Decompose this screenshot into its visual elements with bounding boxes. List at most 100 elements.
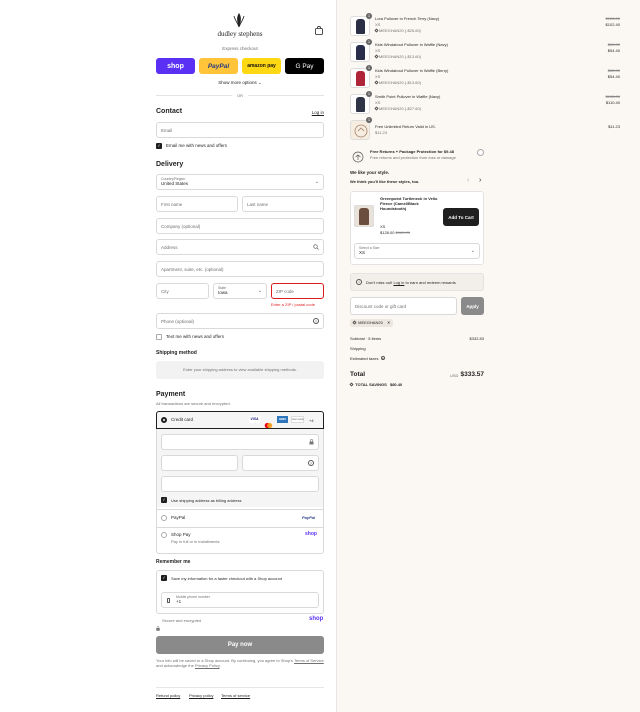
carousel-prev-button[interactable]: ‹ xyxy=(467,177,469,184)
expiration-date-field[interactable] xyxy=(161,455,238,471)
shop-pay-logo: shop xyxy=(305,531,317,537)
login-link[interactable]: Log in xyxy=(300,110,324,116)
text-news-checkbox[interactable] xyxy=(156,334,162,340)
mobile-phone-field[interactable]: Mobile phone number +1 xyxy=(161,592,319,608)
chevron-down-icon: ⌄ xyxy=(470,248,475,254)
item-name: Lora Pullover in French Terry (Navy) xyxy=(375,16,440,21)
brand-name[interactable]: dudley stephens xyxy=(200,30,280,39)
discount-code-field[interactable]: Discount code or gift card xyxy=(350,297,457,315)
upsell-product-price: $128.00 $160.00 xyxy=(380,230,410,235)
or-divider-label: OR xyxy=(237,93,243,98)
state-select[interactable]: State Iowa ⌄ xyxy=(213,283,267,299)
billing-same-checkbox[interactable]: ✓ xyxy=(161,497,167,503)
phone-field[interactable]: Phone (optional) ? xyxy=(156,313,324,329)
item-original-price: $128.00 xyxy=(605,16,620,21)
chevron-down-icon: ⌄ xyxy=(314,179,319,185)
upsell-old-price: $160.00 xyxy=(395,230,411,235)
pay-now-button[interactable]: Pay now xyxy=(156,636,324,654)
shop-legal-text: Your info will be saved to a Shop accoun… xyxy=(156,658,324,668)
remove-discount-icon[interactable]: ✕ xyxy=(387,320,390,325)
google-pay-express-button[interactable]: G Pay xyxy=(285,58,324,74)
refund-policy-link[interactable]: Refund policy xyxy=(156,693,180,698)
security-code-field[interactable]: ? xyxy=(242,455,319,471)
help-icon[interactable]: ? xyxy=(313,318,319,324)
package-protection-toggle[interactable] xyxy=(477,149,484,156)
credit-card-radio[interactable] xyxy=(161,417,167,423)
carousel-next-button[interactable]: › xyxy=(479,177,481,184)
tag-icon xyxy=(374,80,379,85)
email-news-checkbox[interactable]: ✓ xyxy=(156,143,162,149)
product-thumbnail xyxy=(350,42,370,62)
terms-of-service-link[interactable]: Terms of service xyxy=(221,693,250,698)
mastercard-icon xyxy=(263,416,274,429)
country-select[interactable]: Country/Region United States ⌄ xyxy=(156,174,324,190)
credit-card-label: Credit card xyxy=(171,417,194,422)
card-number-field[interactable] xyxy=(161,434,319,450)
shop-pay-express-button[interactable]: shop xyxy=(156,58,195,74)
paypal-option-label: PayPal xyxy=(171,515,186,520)
first-name-field[interactable]: First name xyxy=(156,196,238,212)
show-more-options-link[interactable]: Show more options ⌄ xyxy=(156,80,324,86)
amazon-pay-express-button[interactable]: amazon pay xyxy=(242,58,281,74)
upsell-subtitle: We think you'll like these styles, too. xyxy=(350,179,420,184)
cart-icon[interactable] xyxy=(315,22,323,35)
paypal-express-button[interactable]: PayPal xyxy=(199,58,238,74)
shop-pay-option-sublabel: Pay in full or in installments xyxy=(171,539,220,544)
company-placeholder: Company (optional) xyxy=(161,223,201,229)
name-on-card-field[interactable] xyxy=(161,476,319,492)
apply-discount-button[interactable]: Apply xyxy=(461,297,484,315)
item-original-price: $138.00 xyxy=(605,94,620,99)
discount-code-placeholder: Discount code or gift card xyxy=(355,303,407,309)
product-image xyxy=(355,97,365,112)
item-price: $110.40 xyxy=(605,100,620,105)
return-thumbnail xyxy=(350,120,370,140)
help-icon[interactable]: ? xyxy=(380,356,385,361)
item-discount: MEEGHAN20 (-$25.60) xyxy=(374,28,421,33)
product-image xyxy=(355,71,365,86)
city-field[interactable]: City xyxy=(156,283,209,299)
upsell-product-size: XS xyxy=(380,224,386,229)
contact-title: Contact xyxy=(156,108,183,115)
upsell-thumbnail xyxy=(354,205,374,227)
shipping-label: Shipping xyxy=(350,346,366,351)
payment-title: Payment xyxy=(156,391,186,398)
add-to-cart-button[interactable]: Add To Cart xyxy=(443,208,479,226)
save-info-checkbox[interactable]: ✓ xyxy=(161,575,167,581)
size-select[interactable]: Select a Size XS ⌄ xyxy=(354,243,480,259)
help-icon[interactable]: ? xyxy=(308,460,314,466)
shop-privacy-link[interactable]: Privacy Policy xyxy=(195,663,220,668)
order-summary: 1 Lora Pullover in French Terry (Navy) X… xyxy=(337,0,640,712)
applied-discount-code: MEEGHAN20 xyxy=(358,320,383,325)
upsell-product-name: Greenpoint Turtleneck in Vello Fleece (C… xyxy=(380,196,438,211)
last-name-field[interactable]: Last name xyxy=(242,196,324,212)
country-value: United States xyxy=(161,181,189,186)
company-field[interactable]: Company (optional) xyxy=(156,218,324,234)
secure-encrypted-label: Secure and encrypted xyxy=(162,618,202,623)
upsell-price: $128.00 xyxy=(380,230,395,235)
city-placeholder: City xyxy=(161,288,169,294)
address-field[interactable]: Address xyxy=(156,239,324,255)
visa-icon: VISA xyxy=(249,416,260,423)
amex-icon: AMEX xyxy=(277,416,288,423)
privacy-policy-link[interactable]: Privacy policy xyxy=(189,693,213,698)
tag-icon xyxy=(349,382,354,387)
apartment-field[interactable]: Apartment, suite, etc. (optional) xyxy=(156,261,324,277)
zip-code-field[interactable]: ZIP code xyxy=(271,283,324,299)
product-image xyxy=(355,45,365,60)
upsell-product-image xyxy=(359,208,369,225)
shop-pay-radio[interactable] xyxy=(161,532,167,538)
rewards-login-link[interactable]: Log in xyxy=(393,280,404,285)
info-icon: i xyxy=(356,279,362,285)
chevron-down-icon: ⌄ xyxy=(257,288,262,294)
email-field[interactable]: Email xyxy=(156,122,324,138)
brand-logo-mark xyxy=(232,12,246,28)
item-variant: XS xyxy=(375,100,381,105)
paypal-radio[interactable] xyxy=(161,515,167,521)
item-original-price: $68.00 xyxy=(607,42,620,47)
express-checkout-title: Express checkout xyxy=(222,46,258,51)
package-protection-icon xyxy=(352,150,364,163)
shipping-method-message: Enter your shipping address to view avai… xyxy=(156,361,324,379)
legal-text-end: . xyxy=(219,663,221,668)
product-image xyxy=(355,19,365,34)
shop-terms-link[interactable]: Terms of Service xyxy=(294,658,324,663)
